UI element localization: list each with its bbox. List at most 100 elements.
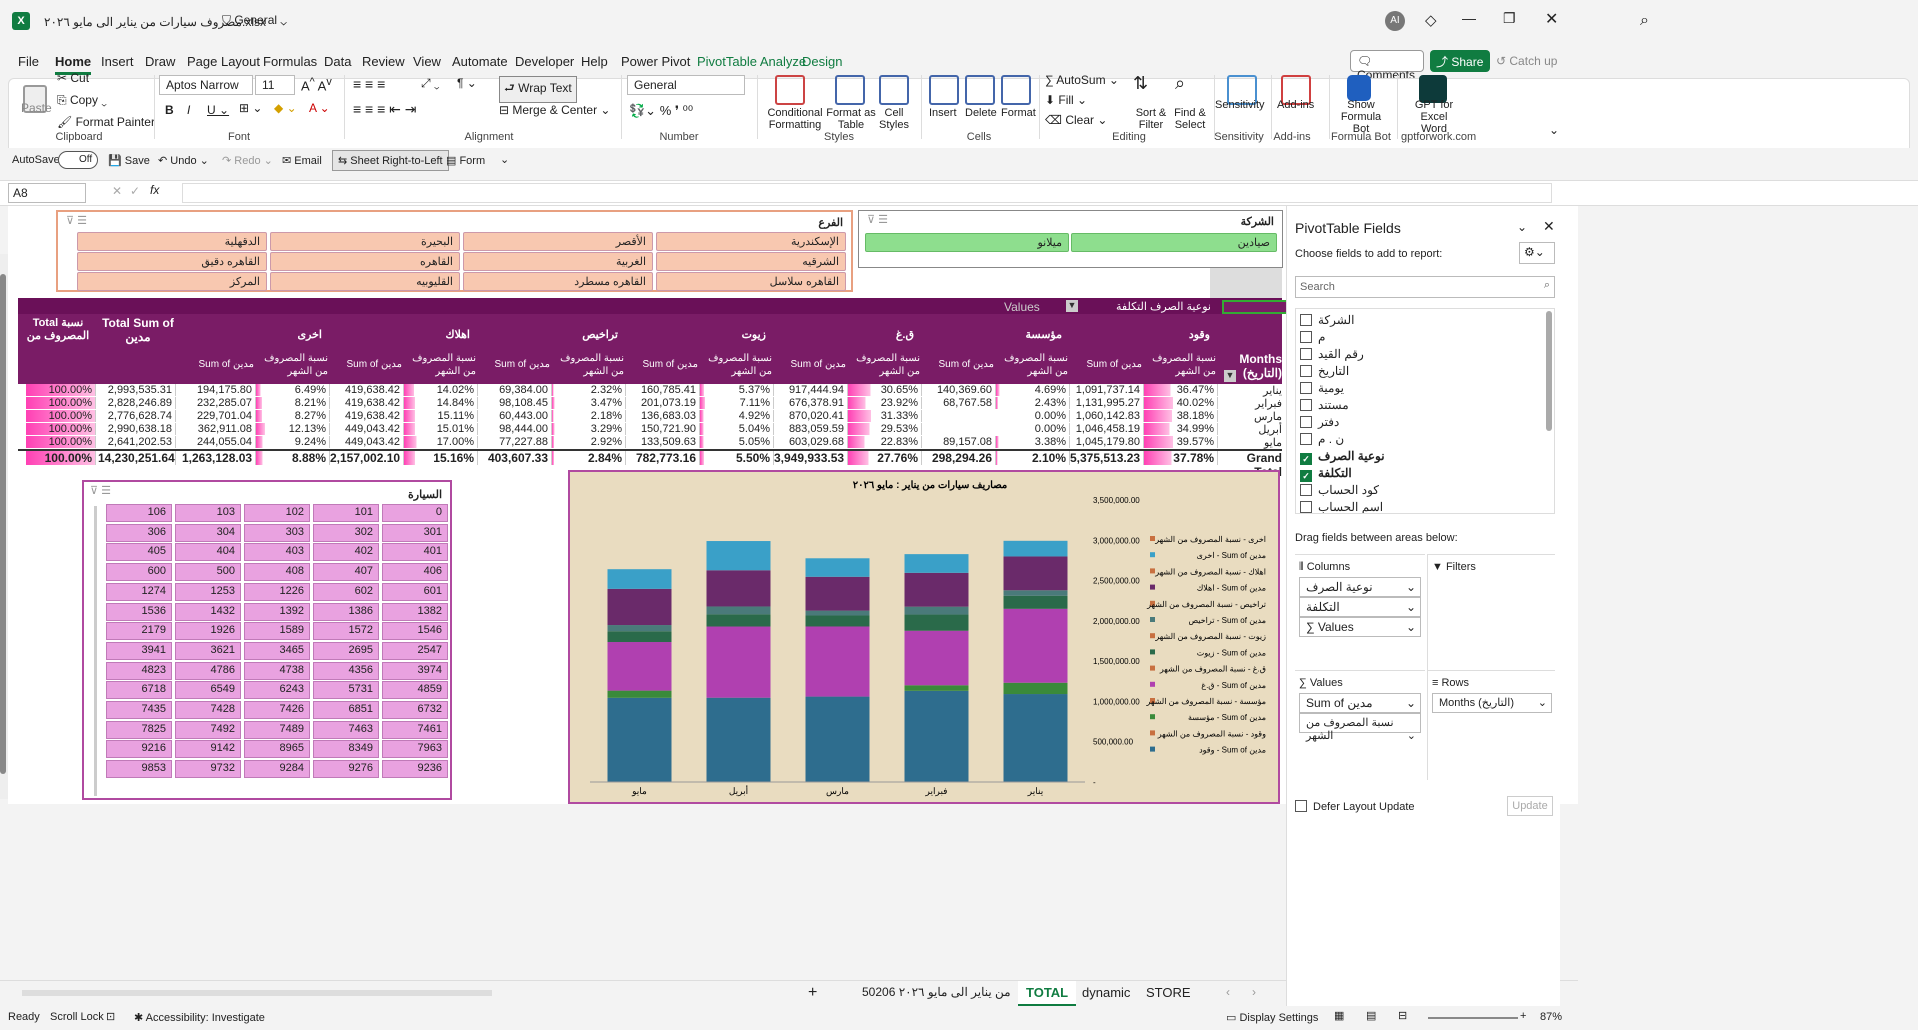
autosum-button[interactable]: ∑ AutoSum ⌄ [1045,73,1119,87]
car-item[interactable]: 5731 [313,681,379,700]
tab-developer[interactable]: Developer [515,54,574,69]
group-header[interactable]: اهلاك [330,328,478,341]
bar-segment[interactable] [1003,590,1068,596]
enter-icon[interactable]: ✓ [130,184,140,198]
car-item[interactable]: 7428 [175,701,241,719]
bar-segment[interactable] [607,588,672,626]
bar-segment[interactable] [1003,682,1068,695]
row-field-item[interactable]: Months (التاريخ) ⌄ [1432,693,1552,713]
checkbox[interactable] [1300,501,1312,513]
bar-segment[interactable] [805,615,870,627]
car-item[interactable]: 304 [175,523,241,542]
car-item[interactable]: 9236 [382,760,448,779]
find-select-button[interactable]: Find & Select [1169,107,1211,131]
car-item[interactable]: 9284 [244,760,310,779]
car-item[interactable]: 3621 [175,641,241,660]
pane-options-icon[interactable]: ⌄ [1517,220,1527,234]
bar-segment[interactable] [805,626,870,697]
slicer-clear-filter-icon[interactable]: ⊽ ☰ [90,484,111,497]
customize-qat-icon[interactable]: ⌄ [500,153,509,166]
sheet-rtl-button[interactable]: ⇆ Sheet Right-to-Left [332,150,449,171]
field-item[interactable]: رقم القيد [1300,347,1364,361]
bar-segment[interactable] [706,570,771,607]
font-size-select[interactable]: 11 [255,75,295,95]
car-item[interactable]: 7426 [244,701,310,719]
rtl-direction-icon[interactable]: ¶ ⌄ [457,76,477,90]
tab-view[interactable]: View [413,54,441,69]
field-item[interactable]: دفتر [1300,415,1339,429]
car-slicer-scrollbar[interactable] [94,506,97,796]
format-cells-icon[interactable] [1001,75,1031,105]
bar-segment[interactable] [904,685,969,691]
minimize-icon[interactable]: — [1462,10,1476,26]
tab-automate[interactable]: Automate [452,54,508,69]
field-item[interactable]: ن . م [1300,432,1344,446]
car-item[interactable]: 103 [175,504,241,522]
tab-formulas[interactable]: Formulas [263,54,317,69]
update-button[interactable]: Update [1507,796,1553,816]
bar-segment[interactable] [904,554,969,573]
tab-power-pivot[interactable]: Power Pivot [621,54,690,69]
fill-color-icon[interactable]: ◆ ⌄ [274,101,297,115]
car-item[interactable]: 1432 [175,602,241,621]
page-break-view-icon[interactable]: ⊟ [1398,1009,1407,1022]
underline-button[interactable]: U ⌄ [207,103,229,117]
car-item[interactable]: 404 [175,543,241,562]
car-item[interactable]: 303 [244,523,310,542]
merge-center-button[interactable]: ⊟ Merge & Center ⌄ [499,103,610,117]
checkbox[interactable] [1300,484,1312,496]
checkbox[interactable] [1300,348,1312,360]
close-icon[interactable]: ✕ [1545,9,1558,29]
orientation-icon[interactable]: ⤢ ⌄ [421,76,440,91]
conditional-formatting-button[interactable]: Conditional Formatting [761,107,829,131]
zoom-level[interactable]: 87% [1540,1011,1562,1023]
car-item[interactable]: 1572 [313,622,379,641]
tab-store[interactable]: STORE [1146,985,1191,1000]
tab-insert[interactable]: Insert [101,54,134,69]
car-item[interactable]: 405 [106,543,172,562]
insert-cells-icon[interactable] [929,75,959,105]
car-item[interactable]: 9732 [175,760,241,779]
car-item[interactable]: 1546 [382,622,448,641]
clear-button[interactable]: ⌫ Clear ⌄ [1045,113,1107,127]
collapse-ribbon-icon[interactable]: ⌄ [1549,123,1559,137]
insert-cells-button[interactable]: Insert [929,107,957,119]
bar-segment[interactable] [1003,694,1068,782]
car-item[interactable]: 6732 [382,701,448,719]
car-item[interactable]: 4356 [313,661,379,680]
bar-segment[interactable] [1003,540,1068,557]
car-item[interactable]: 3465 [244,641,310,660]
bar-segment[interactable] [607,625,672,632]
car-item[interactable]: 8349 [313,740,379,759]
undo-button[interactable]: ↶ Undo ⌄ [158,154,209,167]
car-item[interactable]: 602 [313,582,379,601]
car-item[interactable]: 4738 [244,661,310,680]
car-item[interactable]: 1226 [244,582,310,601]
field-item[interactable]: ✓ نوعية الصرف [1300,449,1385,465]
car-item[interactable]: 7489 [244,720,310,739]
bar-segment[interactable] [1003,608,1068,683]
form-button[interactable]: ▤ Form [446,154,485,167]
horizontal-scrollbar[interactable] [22,990,492,996]
company-item[interactable]: صيادين [1071,233,1277,252]
group-header[interactable]: مؤسسة [922,328,1070,341]
formula-input[interactable] [182,183,1552,203]
selected-cell[interactable] [1222,300,1292,314]
bar-segment[interactable] [607,569,672,589]
share-button[interactable]: ⤴ Share ⌄ [1430,50,1490,84]
car-item[interactable]: 2695 [313,641,379,660]
name-box[interactable]: A8 [8,183,86,203]
sort-filter-icon[interactable]: ⇅ [1133,73,1148,94]
add-sheet-icon[interactable]: + [808,984,817,1002]
field-item[interactable]: التاريخ [1300,364,1349,378]
tab-sheet-main[interactable]: من يناير الى مايو ٢٠٢٦ 50206 [862,985,1011,999]
cut-button[interactable]: ✂ Cut [57,71,89,85]
defer-layout-checkbox[interactable]: Defer Layout Update [1295,800,1415,813]
car-item[interactable]: 306 [106,523,172,542]
accessibility-status[interactable]: ✱ Accessibility: Investigate [134,1011,265,1024]
bold-button[interactable]: B [165,103,174,117]
field-list-scrollbar[interactable] [1546,311,1552,431]
car-item[interactable]: 1274 [106,582,172,601]
car-item[interactable]: 8965 [244,740,310,759]
formula-bot-button[interactable]: Show Formula Bot [1335,99,1387,135]
